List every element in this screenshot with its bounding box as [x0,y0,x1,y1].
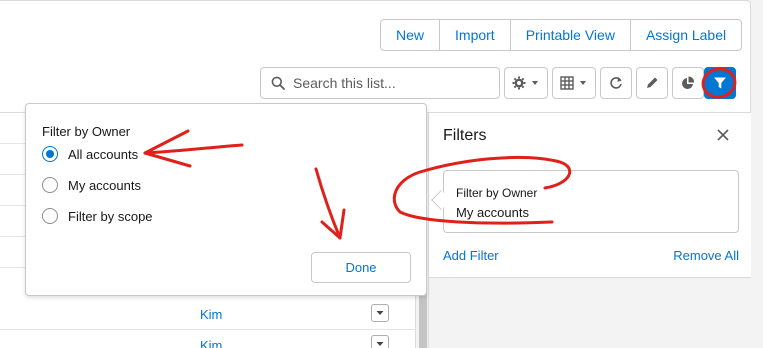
remove-all-link[interactable]: Remove All [673,248,739,263]
chevron-down-icon [376,342,384,346]
display-as-button[interactable] [552,67,596,99]
action-button-group: New Import Printable View Assign Label [380,19,743,51]
radio-label: All accounts [68,146,139,162]
popover-title: Filter by Owner [42,124,131,139]
new-button[interactable]: New [380,19,441,51]
list-header: New Import Printable View Assign Label [0,0,751,113]
radio-button[interactable] [42,146,58,162]
page: New Import Printable View Assign Label S… [0,0,763,348]
search-icon [271,76,285,90]
refresh-icon [610,77,622,89]
table-icon [560,76,586,90]
radio-my-accounts[interactable]: My accounts [42,177,141,193]
refresh-button[interactable] [600,67,632,99]
search-input[interactable] [293,75,493,91]
filters-panel-footer [429,278,752,348]
filters-title: Filters [443,127,487,144]
filters-panel: Filters Filter by Owner My accounts Add … [428,113,752,348]
filter-card-label: Filter by Owner [456,186,538,200]
filter-by-owner-popover: Filter by Owner All accounts My accounts… [25,103,427,296]
gear-icon [512,76,538,90]
radio-all-accounts[interactable]: All accounts [42,146,138,162]
edit-list-button[interactable] [636,67,668,99]
filter-card-value: My accounts [456,205,529,220]
radio-label: Filter by scope [68,208,153,224]
chevron-down-icon [376,311,384,315]
search-box[interactable] [260,67,500,99]
radio-button[interactable] [42,208,58,224]
table-row[interactable]: Kim [0,330,416,348]
filter-icon [714,77,726,89]
table-row[interactable]: Kim [0,299,416,330]
pencil-icon [647,77,658,88]
charts-button[interactable] [672,67,704,99]
done-button[interactable]: Done [311,252,411,283]
list-settings-button[interactable] [504,67,548,99]
radio-button[interactable] [42,177,58,193]
row-actions-button[interactable] [371,304,389,322]
row-actions-button[interactable] [371,335,389,348]
owner-filter-card[interactable]: Filter by Owner My accounts [443,170,739,233]
assign-label-button[interactable]: Assign Label [630,19,743,51]
filter-button[interactable] [704,67,736,99]
close-icon[interactable] [715,127,731,143]
radio-filter-by-scope[interactable]: Filter by scope [42,208,153,224]
owner-link[interactable]: Kim [200,338,222,348]
pie-chart-icon [682,76,695,89]
owner-link[interactable]: Kim [200,307,222,322]
radio-label: My accounts [68,177,141,193]
printable-view-button[interactable]: Printable View [510,19,631,51]
import-button[interactable]: Import [440,19,511,51]
add-filter-link[interactable]: Add Filter [443,248,499,263]
